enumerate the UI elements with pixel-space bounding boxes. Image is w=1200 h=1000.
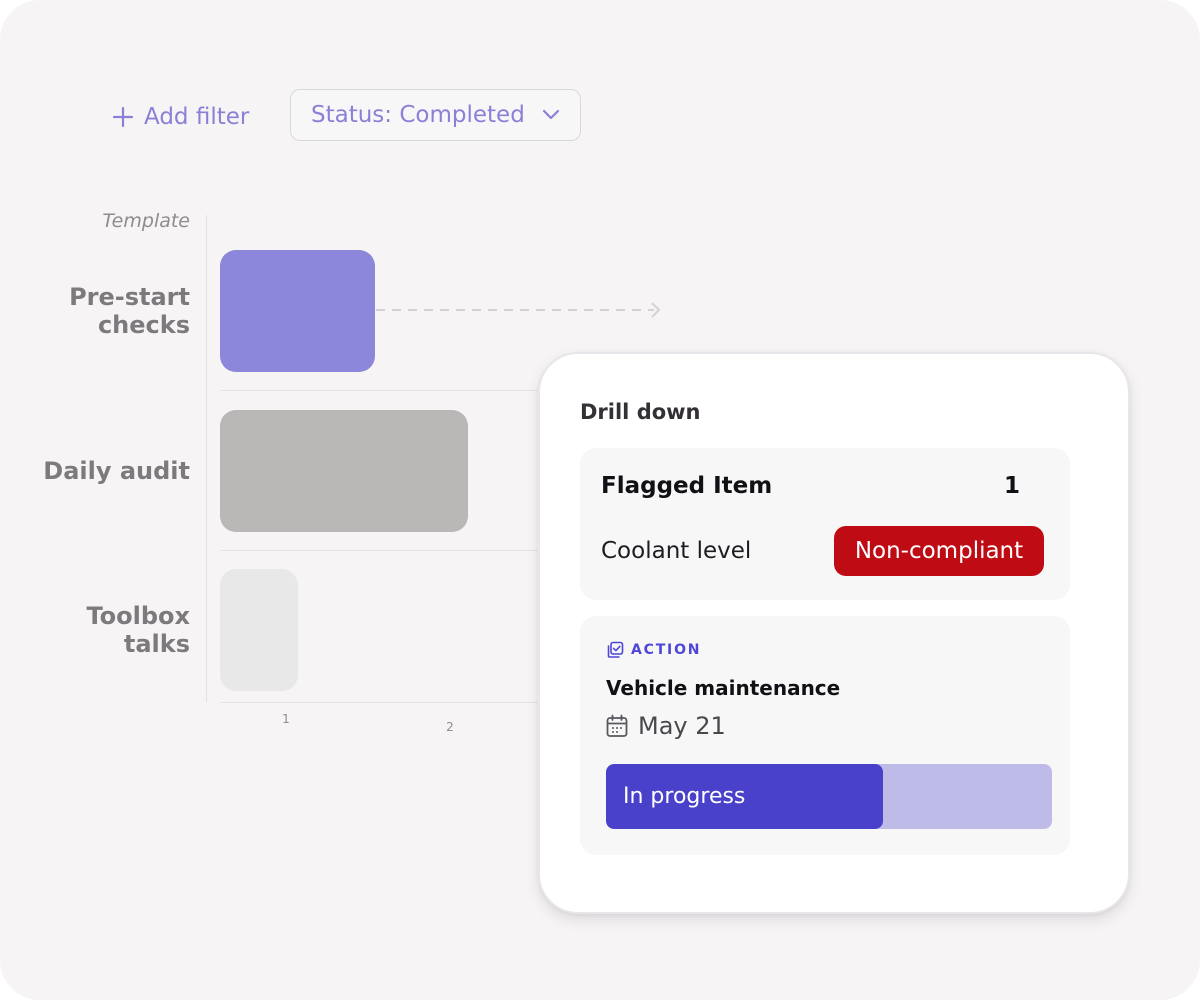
progress-label: In progress bbox=[623, 784, 746, 809]
calendar-icon bbox=[606, 714, 628, 737]
bar-pre-start-checks[interactable] bbox=[220, 250, 375, 372]
action-due-date: May 21 bbox=[606, 712, 726, 740]
bar-daily-audit[interactable] bbox=[220, 410, 468, 532]
action-header: ACTION bbox=[606, 641, 701, 659]
flagged-item-count: 1 bbox=[1003, 473, 1020, 499]
category-label: Daily audit bbox=[43, 457, 190, 485]
status-filter-dropdown[interactable]: Status: Completed bbox=[290, 89, 581, 141]
row-separator bbox=[220, 390, 540, 391]
flagged-item-label: Flagged Item bbox=[601, 473, 773, 499]
flagged-items-panel: Flagged Item 1 Coolant level Non-complia… bbox=[580, 448, 1070, 600]
flagged-item-name: Coolant level bbox=[601, 538, 752, 564]
y-axis-line bbox=[206, 215, 207, 702]
add-filter-button[interactable]: Add filter bbox=[112, 97, 249, 137]
drill-down-card: Drill down Flagged Item 1 Coolant level … bbox=[538, 352, 1130, 914]
row-separator bbox=[220, 550, 540, 551]
add-filter-label: Add filter bbox=[144, 104, 250, 130]
action-panel[interactable]: ACTION Vehicle maintenance May 21 In pro… bbox=[580, 616, 1070, 855]
category-label: Pre-start checks bbox=[69, 283, 190, 339]
status-badge: Non-compliant bbox=[834, 526, 1044, 576]
x-tick-label: 2 bbox=[446, 720, 454, 734]
action-label: ACTION bbox=[631, 642, 702, 658]
action-progress-bar[interactable]: In progress bbox=[606, 764, 1052, 829]
dashed-arrow-right-icon bbox=[376, 302, 661, 318]
status-filter-label: Status: Completed bbox=[311, 102, 525, 128]
bar-toolbox-talks[interactable] bbox=[220, 569, 298, 691]
action-date-text: May 21 bbox=[638, 712, 726, 740]
chevron-down-icon bbox=[542, 109, 560, 120]
action-checklist-icon bbox=[607, 641, 624, 658]
action-title: Vehicle maintenance bbox=[606, 676, 841, 700]
x-axis-line bbox=[220, 702, 540, 703]
app-frame: Add filter Status: Completed Template Pr… bbox=[0, 0, 1200, 1000]
x-tick-label: 1 bbox=[282, 712, 290, 726]
drill-down-title: Drill down bbox=[580, 400, 701, 424]
plus-icon bbox=[112, 106, 134, 128]
category-label: Toolbox talks bbox=[86, 602, 190, 658]
y-axis-title: Template bbox=[102, 210, 190, 232]
